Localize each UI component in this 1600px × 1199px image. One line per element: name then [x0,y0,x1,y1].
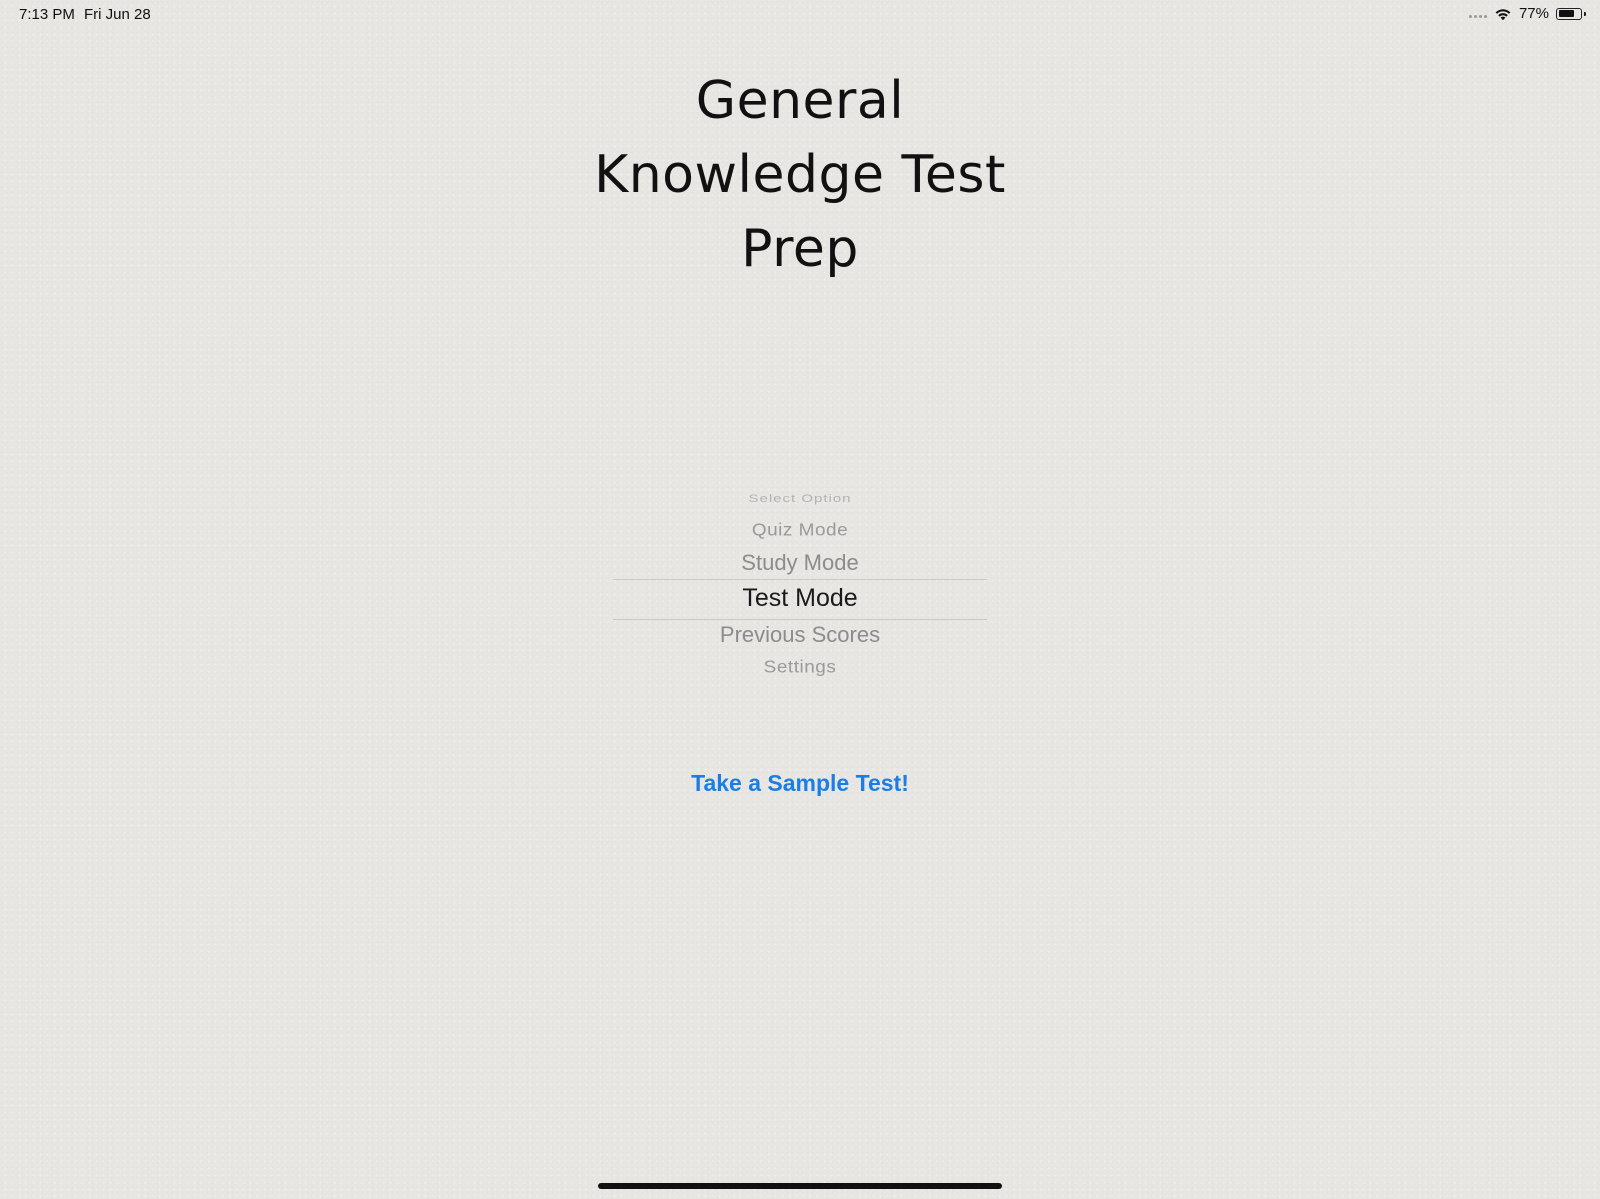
battery-icon [1556,7,1586,20]
mode-picker[interactable]: Select Option Quiz Mode Study Mode Test … [613,490,987,690]
app-title-line: Prep [741,219,859,279]
home-indicator[interactable] [598,1183,1002,1189]
picker-selection-top-line [613,579,987,580]
picker-selection-bottom-line [613,619,987,620]
status-bar: 7:13 PM Fri Jun 28 77% [0,0,1600,30]
app-title-line: Knowledge Test [594,145,1006,205]
take-sample-test-button[interactable]: Take a Sample Test! [600,770,1000,797]
picker-item-select-option[interactable]: Select Option [613,492,987,505]
status-time: 7:13 PM [19,6,75,23]
battery-percent: 77% [1518,5,1549,22]
picker-item-study-mode[interactable]: Study Mode [613,550,987,576]
app-title: General Knowledge Test Prep [500,64,1100,286]
battery-fill [1558,10,1574,17]
picker-item-settings[interactable]: Settings [613,658,987,678]
status-date: Fri Jun 28 [84,6,151,23]
picker-item-test-mode[interactable]: Test Mode [613,584,987,613]
app-title-line: General [695,71,905,131]
wifi-icon [1495,8,1511,20]
picker-item-previous-scores[interactable]: Previous Scores [613,622,987,648]
status-indicators: 77% [1468,5,1586,22]
cellular-signal-icon [1468,15,1487,18]
picker-item-quiz-mode[interactable]: Quiz Mode [613,521,987,541]
